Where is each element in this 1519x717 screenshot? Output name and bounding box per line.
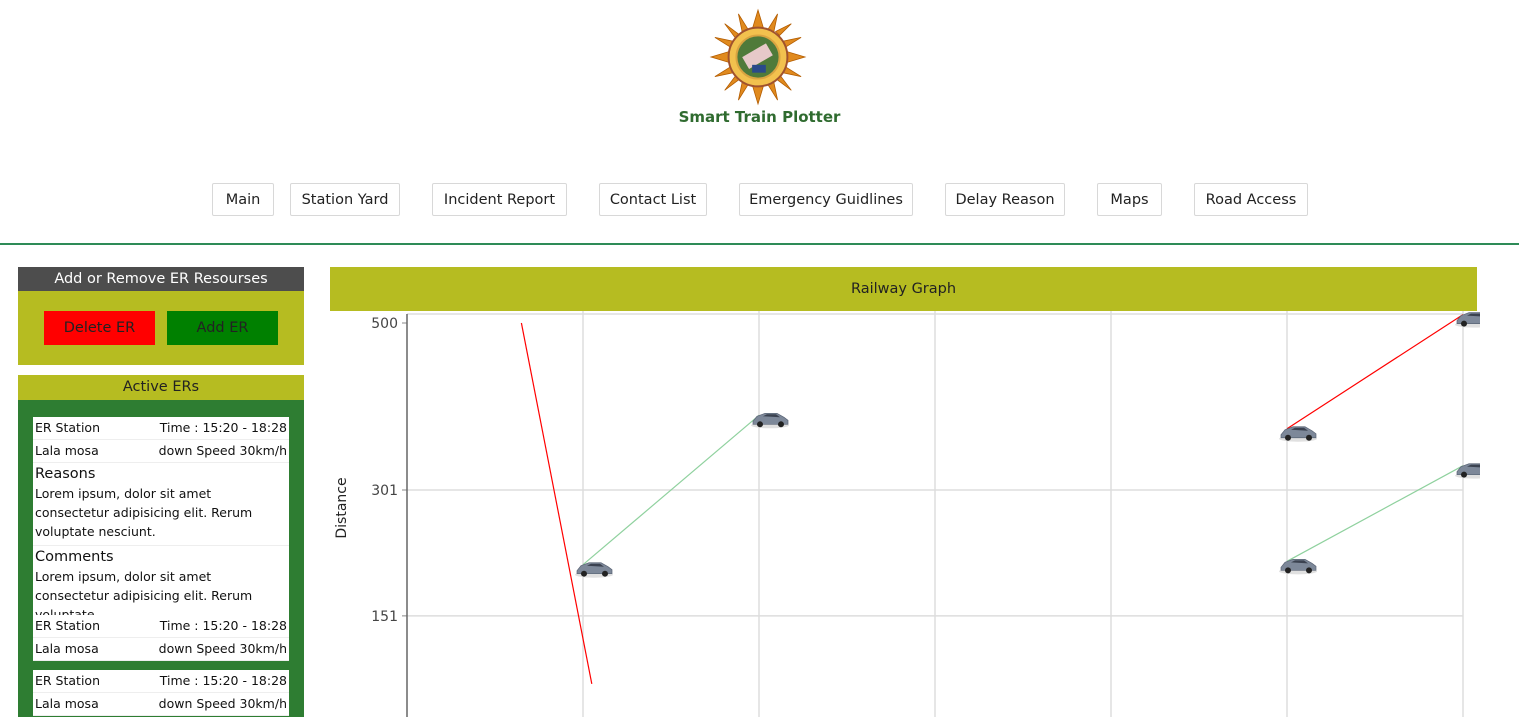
car-icon[interactable] [1455, 463, 1480, 479]
nav-delay-reason-button[interactable]: Delay Reason [945, 183, 1065, 216]
er-time: Time : 15:20 - 18:28 [159, 673, 287, 688]
er-location: Lala mosa [35, 696, 99, 711]
car-icon[interactable] [1279, 426, 1317, 442]
er-station-label: ER Station [35, 618, 100, 633]
active-ers-header: Active ERs [18, 375, 304, 400]
car-icon[interactable] [575, 562, 613, 578]
railway-graph-chart[interactable]: 500 301 151 [330, 311, 1480, 717]
series-line-red [1286, 314, 1464, 430]
er-station-label: ER Station [35, 673, 100, 688]
nav-emergency-guidlines-button[interactable]: Emergency Guidlines [739, 183, 913, 216]
y-tick-label: 151 [371, 609, 398, 625]
add-er-button[interactable]: Add ER [167, 311, 278, 345]
er-time: Time : 15:20 - 18:28 [159, 420, 287, 435]
nav-road-access-button[interactable]: Road Access [1194, 183, 1308, 216]
main-nav: Main Station Yard Incident Report Contac… [0, 183, 1519, 217]
er-station-label: ER Station [35, 420, 100, 435]
er-speed: down Speed 30km/h [158, 641, 287, 656]
er-card: ER Station Time : 15:20 - 18:28 Lala mosa… [33, 417, 289, 628]
series-line-red [520, 322, 593, 684]
er-card: ER Station Time : 15:20 - 18:28 Lala mosa… [33, 670, 289, 716]
car-icon[interactable] [1455, 312, 1480, 328]
car-icon[interactable] [751, 412, 789, 429]
y-tick-label: 301 [371, 483, 398, 499]
nav-main-button[interactable]: Main [212, 183, 274, 216]
chart-title: Railway Graph [330, 267, 1477, 311]
er-speed: down Speed 30km/h [158, 696, 287, 711]
active-ers-list[interactable]: ER Station Time : 15:20 - 18:28 Lala mosa… [18, 400, 304, 717]
nav-station-yard-button[interactable]: Station Yard [290, 183, 400, 216]
er-location: Lala mosa [35, 641, 99, 656]
nav-incident-report-button[interactable]: Incident Report [432, 183, 567, 216]
header: Smart Train Plotter Main Station Yard In… [0, 0, 1519, 245]
er-actions: Delete ER Add ER [18, 291, 304, 365]
railway-emblem-logo [709, 8, 807, 106]
nav-maps-button[interactable]: Maps [1097, 183, 1162, 216]
er-panel-header: Add or Remove ER Resourses [18, 267, 304, 291]
delete-er-button[interactable]: Delete ER [44, 311, 155, 345]
reasons-text: Lorem ipsum, dolor sit amet consectetur … [33, 484, 289, 546]
comments-title: Comments [35, 549, 114, 565]
er-time: Time : 15:20 - 18:28 [159, 618, 287, 633]
series-line-green [1286, 465, 1464, 562]
y-tick-label: 500 [371, 316, 398, 332]
er-card: ER Station Time : 15:20 - 18:28 Lala mosa… [33, 615, 289, 661]
app-title: Smart Train Plotter [678, 108, 841, 126]
er-location: Lala mosa [35, 443, 99, 458]
er-speed: down Speed 30km/h [158, 443, 287, 458]
car-icon[interactable] [1279, 558, 1317, 575]
reasons-title: Reasons [35, 466, 96, 482]
nav-contact-list-button[interactable]: Contact List [599, 183, 707, 216]
